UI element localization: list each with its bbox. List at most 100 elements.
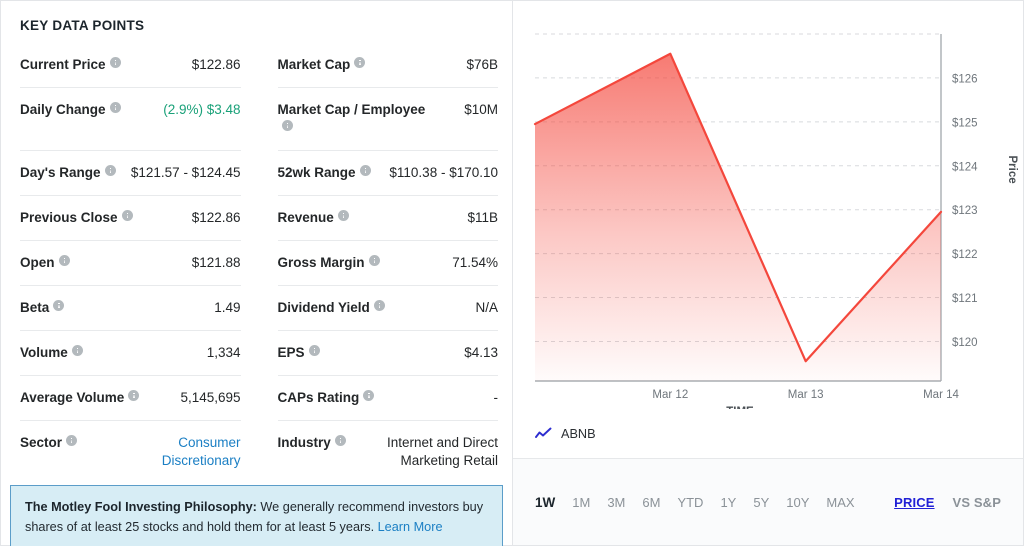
range-button-3m[interactable]: 3M xyxy=(607,495,625,510)
info-icon[interactable] xyxy=(337,210,349,221)
stock-quote-panel: KEY DATA POINTS Current Price $122.86 Da… xyxy=(0,0,1024,546)
time-range-group: 1W 1M 3M 6M YTD 1Y 5Y 10Y MAX xyxy=(535,495,855,510)
range-button-ytd[interactable]: YTD xyxy=(677,495,703,510)
row-value: 1,334 xyxy=(206,345,241,360)
sector-link[interactable]: Consumer Discretionary xyxy=(106,434,241,469)
row-label: CAPs Rating xyxy=(277,390,360,405)
row-label: Industry xyxy=(277,435,331,450)
table-row: Previous Close $122.86 xyxy=(20,196,241,241)
row-value: $121.57 - $124.45 xyxy=(130,165,241,180)
row-label: Previous Close xyxy=(20,210,118,225)
row-label: Open xyxy=(20,255,55,270)
range-button-1y[interactable]: 1Y xyxy=(720,495,736,510)
row-value: 1.49 xyxy=(214,300,241,315)
table-row: Volume 1,334 xyxy=(20,331,241,376)
table-row: Daily Change (2.9%) $3.48 xyxy=(20,88,241,151)
row-value: $4.13 xyxy=(464,345,498,360)
page-title: KEY DATA POINTS xyxy=(20,18,145,33)
row-value: (2.9%) $3.48 xyxy=(163,102,241,117)
svg-text:$124: $124 xyxy=(952,161,978,173)
svg-text:$120: $120 xyxy=(952,337,978,349)
range-button-1w[interactable]: 1W xyxy=(535,495,555,510)
info-icon[interactable] xyxy=(128,390,140,401)
row-value: $10M xyxy=(464,102,498,117)
table-row: Day's Range $121.57 - $124.45 xyxy=(20,151,241,196)
info-icon[interactable] xyxy=(281,120,293,131)
row-label-group: Industry xyxy=(278,434,346,452)
range-button-5y[interactable]: 5Y xyxy=(753,495,769,510)
info-icon[interactable] xyxy=(359,165,371,176)
svg-text:$125: $125 xyxy=(952,117,978,129)
row-label: Average Volume xyxy=(20,390,125,405)
price-chart[interactable]: $126 $125 $124 $123 $122 $121 $120 Price Mar 12 M… xyxy=(513,1,1023,409)
row-label-group: 52wk Range xyxy=(278,164,371,182)
table-row: Market Cap / Employee $10M xyxy=(277,88,498,151)
row-value: $110.38 - $170.10 xyxy=(389,165,498,180)
row-label: Revenue xyxy=(277,210,334,225)
info-icon[interactable] xyxy=(308,345,320,356)
row-label-group: Day's Range xyxy=(20,164,116,182)
row-value: - xyxy=(493,390,499,405)
row-label: Sector xyxy=(20,435,63,450)
svg-text:$126: $126 xyxy=(952,73,978,85)
key-data-grid: Current Price $122.86 Daily Change (2.9%… xyxy=(1,43,512,479)
row-value: Internet and Direct Marketing Retail xyxy=(386,435,498,468)
row-value: N/A xyxy=(475,300,498,315)
row-label-group: Revenue xyxy=(278,209,349,227)
range-button-10y[interactable]: 10Y xyxy=(786,495,809,510)
table-row: Open $121.88 xyxy=(20,241,241,286)
row-value: $121.88 xyxy=(191,255,241,270)
mode-button-vs-sp[interactable]: VS S&P xyxy=(953,495,1001,510)
row-value: 5,145,695 xyxy=(180,390,241,405)
row-label: Dividend Yield xyxy=(277,300,370,315)
investing-philosophy-banner: The Motley Fool Investing Philosophy: We… xyxy=(10,485,503,546)
row-label-group: Sector xyxy=(20,434,78,452)
row-label: Day's Range xyxy=(20,165,101,180)
info-icon[interactable] xyxy=(334,435,346,446)
legend-item-abnb[interactable]: ABNB xyxy=(561,427,596,441)
svg-text:Mar 13: Mar 13 xyxy=(788,389,824,401)
info-icon[interactable] xyxy=(121,210,133,221)
row-label: Market Cap / Employee xyxy=(277,102,426,117)
info-icon[interactable] xyxy=(109,57,121,68)
chart-controls: 1W 1M 3M 6M YTD 1Y 5Y 10Y MAX PRICE VS S… xyxy=(513,459,1023,545)
row-label: Market Cap xyxy=(277,57,351,72)
chart-mode-group: PRICE VS S&P xyxy=(894,495,1001,510)
info-icon[interactable] xyxy=(53,300,65,311)
price-chart-panel: $126 $125 $124 $123 $122 $121 $120 Price Mar 12 M… xyxy=(513,1,1023,545)
table-row: EPS $4.13 xyxy=(277,331,498,376)
learn-more-link[interactable]: Learn More xyxy=(378,520,443,534)
row-label-group: Market Cap xyxy=(278,56,366,74)
chart-legend: ABNB xyxy=(513,409,1023,459)
row-label-group: Market Cap / Employee xyxy=(278,101,428,137)
info-icon[interactable] xyxy=(373,300,385,311)
table-row: CAPs Rating - xyxy=(277,376,499,421)
range-button-max[interactable]: MAX xyxy=(826,495,854,510)
svg-text:$122: $122 xyxy=(952,249,978,261)
info-icon[interactable] xyxy=(363,390,375,401)
table-row: Sector Consumer Discretionary xyxy=(20,421,241,479)
info-icon[interactable] xyxy=(354,57,366,68)
row-label: Volume xyxy=(20,345,68,360)
table-row: Current Price $122.86 xyxy=(20,43,241,88)
table-row: Market Cap $76B xyxy=(277,43,498,88)
svg-text:Mar 12: Mar 12 xyxy=(652,389,688,401)
info-icon[interactable] xyxy=(368,255,380,266)
info-icon[interactable] xyxy=(58,255,70,266)
info-icon[interactable] xyxy=(104,165,116,176)
svg-text:Price: Price xyxy=(1006,156,1018,184)
info-icon[interactable] xyxy=(109,102,121,113)
info-icon[interactable] xyxy=(71,345,83,356)
info-icon[interactable] xyxy=(66,435,78,446)
row-value: $122.86 xyxy=(191,210,241,225)
range-button-1m[interactable]: 1M xyxy=(572,495,590,510)
row-label-group: CAPs Rating xyxy=(278,389,375,407)
row-label-group: Previous Close xyxy=(20,209,133,227)
range-button-6m[interactable]: 6M xyxy=(642,495,660,510)
row-label: Beta xyxy=(20,300,50,315)
row-label: Daily Change xyxy=(20,102,106,117)
mode-button-price[interactable]: PRICE xyxy=(894,495,934,510)
table-row: Average Volume 5,145,695 xyxy=(20,376,241,421)
table-row: Revenue $11B xyxy=(277,196,498,241)
row-value: $122.86 xyxy=(191,57,241,72)
